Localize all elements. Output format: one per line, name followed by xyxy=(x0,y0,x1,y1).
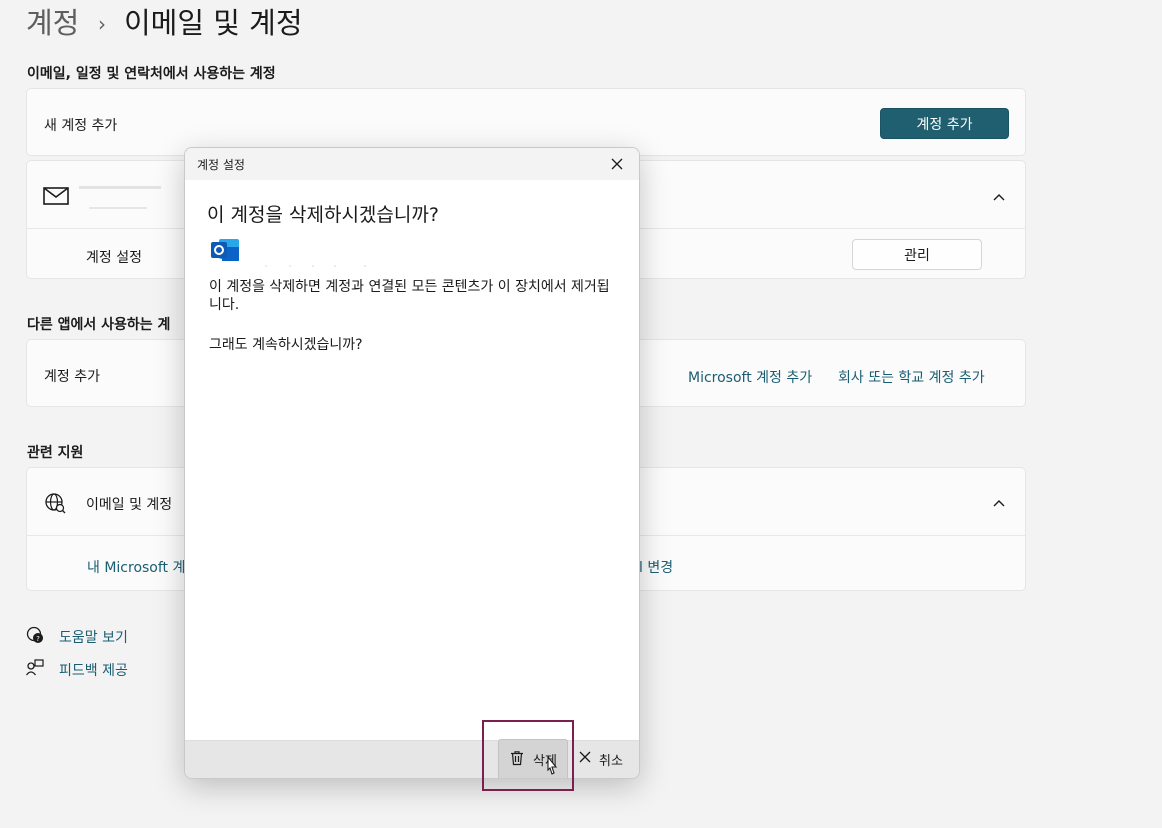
section-title-email: 이메일, 일정 및 연락처에서 사용하는 계정 xyxy=(27,66,276,82)
add-account-button[interactable]: 계정 추가 xyxy=(880,108,1009,139)
change-link[interactable]: l 변경 xyxy=(639,557,673,577)
add-work-school-account-link[interactable]: 회사 또는 학교 계정 추가 xyxy=(838,367,985,387)
help-link[interactable]: 도움말 보기 xyxy=(59,627,128,647)
add-account-label: 계정 추가 xyxy=(44,369,100,385)
help-icon: ? xyxy=(26,626,44,644)
breadcrumb-separator: › xyxy=(98,12,106,36)
chevron-up-icon[interactable] xyxy=(992,189,1006,208)
close-icon xyxy=(579,751,591,767)
add-account-card: 새 계정 추가 계정 추가 xyxy=(26,88,1026,156)
microsoft-account-link[interactable]: 내 Microsoft 계 xyxy=(87,557,185,577)
highlight-box xyxy=(482,720,574,791)
support-row-label: 이메일 및 계정 xyxy=(86,497,173,513)
add-new-account-label: 새 계정 추가 xyxy=(44,118,118,134)
dialog-caption: 계정 설정 xyxy=(197,158,245,172)
dialog-question: 그래도 계속하시겠습니까? xyxy=(209,337,363,353)
dialog-body: 이 계정을 삭제하면 계정과 연결된 모든 콘텐츠가 이 장치에서 제거됩니다. xyxy=(209,279,610,313)
account-settings-label: 계정 설정 xyxy=(86,250,142,266)
manage-button[interactable]: 관리 xyxy=(852,239,982,270)
globe-icon xyxy=(44,492,66,514)
dialog-heading: 이 계정을 삭제하시겠습니까? xyxy=(207,204,439,226)
section-title-other-apps: 다른 앱에서 사용하는 계 xyxy=(27,317,171,333)
dialog-titlebar xyxy=(185,148,639,180)
cancel-button-label: 취소 xyxy=(599,753,623,769)
account-email-redacted xyxy=(79,186,161,189)
chevron-up-icon[interactable] xyxy=(992,495,1006,514)
section-title-support: 관련 지원 xyxy=(27,445,84,461)
close-icon[interactable] xyxy=(605,154,629,174)
svg-text:?: ? xyxy=(36,635,40,643)
page-title: 이메일 및 계정 xyxy=(124,6,303,40)
account-address-redacted xyxy=(265,252,375,267)
outlook-icon xyxy=(210,237,240,263)
delete-account-dialog: 계정 설정 이 계정을 삭제하시겠습니까? 이 계정을 삭제하면 계정과 연결된… xyxy=(184,147,640,779)
account-name-redacted xyxy=(89,207,147,209)
mail-icon xyxy=(43,187,69,205)
add-microsoft-account-link[interactable]: Microsoft 계정 추가 xyxy=(688,367,812,387)
feedback-icon xyxy=(25,659,44,677)
cancel-button[interactable]: 취소 xyxy=(579,746,635,772)
feedback-link[interactable]: 피드백 제공 xyxy=(59,660,128,680)
breadcrumb-parent[interactable]: 계정 xyxy=(26,2,79,44)
